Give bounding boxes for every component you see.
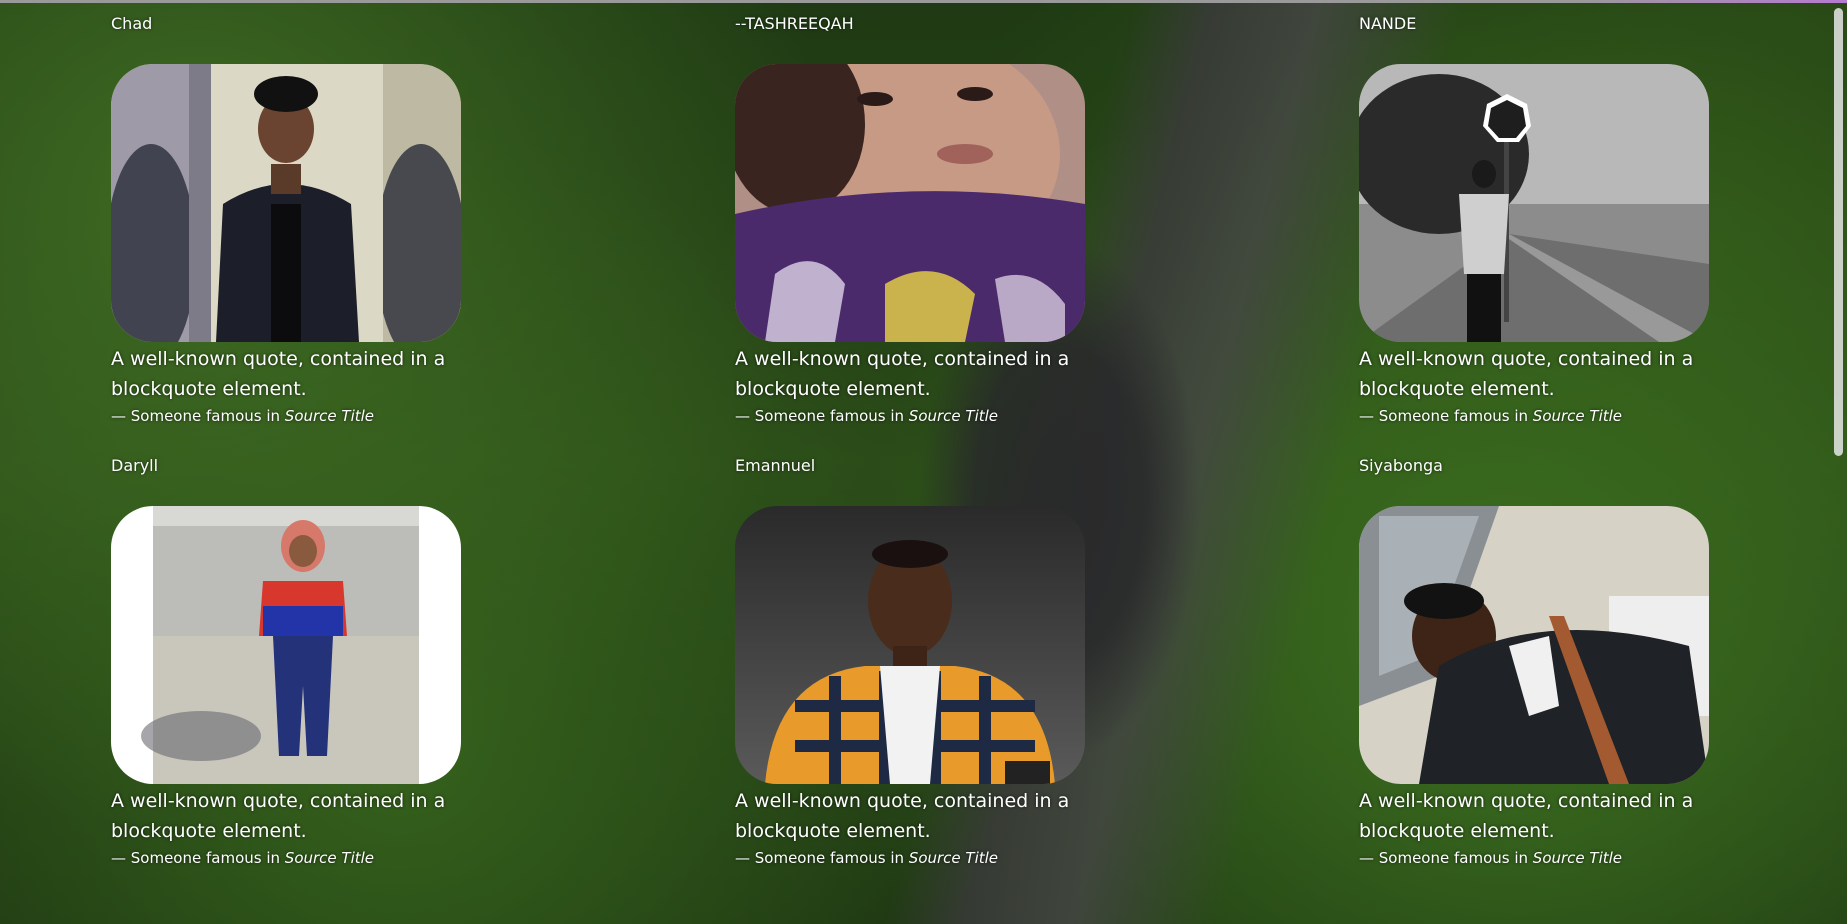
source-title: Source Title: [1532, 849, 1623, 867]
blockquote-footer: — Someone famous in Source Title: [735, 848, 998, 868]
profile-photo: [1359, 506, 1709, 784]
profile-photo: [111, 506, 461, 784]
profile-name: Daryll: [111, 456, 159, 475]
profile-name: Siyabonga: [1359, 456, 1443, 475]
blockquote-text: A well-known quote, contained in a block…: [111, 348, 446, 400]
attribution-text: — Someone famous in: [111, 849, 281, 867]
attribution-text: — Someone famous in: [735, 849, 905, 867]
blockquote-text: A well-known quote, contained in a block…: [735, 348, 1070, 400]
blockquote-footer: — Someone famous in Source Title: [735, 406, 998, 426]
blockquote-footer: — Someone famous in Source Title: [111, 848, 374, 868]
profile-photo: [735, 506, 1085, 784]
source-title: Source Title: [908, 849, 999, 867]
attribution-text: — Someone famous in: [735, 407, 905, 425]
profile-name: --TASHREEQAH: [735, 14, 854, 33]
profile-photo: [1359, 64, 1709, 342]
attribution-text: — Someone famous in: [1359, 849, 1529, 867]
blockquote-text: A well-known quote, contained in a block…: [735, 790, 1070, 842]
blockquote-footer: — Someone famous in Source Title: [111, 406, 374, 426]
profile-name: Chad: [111, 14, 153, 33]
source-title: Source Title: [1532, 407, 1623, 425]
profile-name: Emannuel: [735, 456, 816, 475]
source-title: Source Title: [284, 407, 375, 425]
blockquote-footer: — Someone famous in Source Title: [1359, 848, 1622, 868]
profile-name: NANDE: [1359, 14, 1417, 33]
top-border: [0, 0, 1847, 3]
profile-photo: [111, 64, 461, 342]
source-title: Source Title: [284, 849, 375, 867]
page-scrollbar[interactable]: [1834, 8, 1843, 456]
source-title: Source Title: [908, 407, 999, 425]
blockquote-footer: — Someone famous in Source Title: [1359, 406, 1622, 426]
attribution-text: — Someone famous in: [111, 407, 281, 425]
blockquote-text: A well-known quote, contained in a block…: [1359, 790, 1694, 842]
attribution-text: — Someone famous in: [1359, 407, 1529, 425]
blockquote-text: A well-known quote, contained in a block…: [111, 790, 446, 842]
blockquote-text: A well-known quote, contained in a block…: [1359, 348, 1694, 400]
profile-photo: [735, 64, 1085, 342]
